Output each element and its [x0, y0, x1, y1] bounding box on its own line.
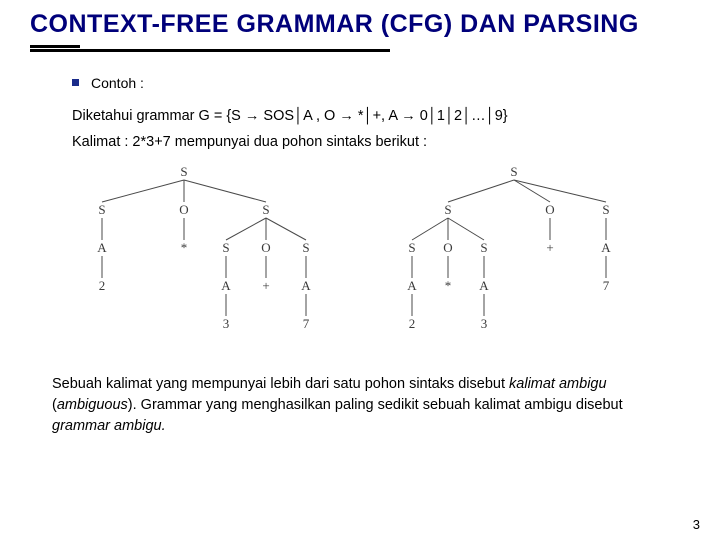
bullet-label: Contoh :	[91, 75, 144, 91]
page-number: 3	[693, 517, 700, 532]
node: S	[98, 202, 105, 217]
node: O	[261, 240, 270, 255]
title-underline	[0, 45, 720, 55]
bar-icon: │	[364, 108, 373, 124]
g-p4: +, A	[373, 108, 402, 124]
page-title: CONTEXT-FREE GRAMMAR (CFG) DAN PARSING	[30, 10, 690, 39]
g-p6: 1	[437, 108, 445, 124]
node: S	[180, 164, 187, 179]
node: 3	[481, 316, 488, 331]
bar-icon: │	[428, 108, 437, 124]
node: S	[480, 240, 487, 255]
node: S	[444, 202, 451, 217]
node: S	[302, 240, 309, 255]
grammar-definition: Diketahui grammar G = {S → SOS│A , O → *…	[72, 105, 674, 127]
parse-trees: S S O S A 2 * S O S A	[62, 164, 674, 354]
g-p7: 2	[454, 108, 462, 124]
node: 7	[303, 316, 310, 331]
node: A	[301, 278, 311, 293]
node: +	[546, 240, 553, 255]
node: 7	[603, 278, 610, 293]
g-p3: *	[354, 108, 364, 124]
bar-icon: │	[462, 108, 471, 124]
node: S	[408, 240, 415, 255]
parse-tree-1: S S O S A 2 * S O S A	[62, 164, 322, 354]
node: A	[221, 278, 231, 293]
footer-text-1: Sebuah kalimat yang mempunyai lebih dari…	[52, 376, 509, 392]
bar-icon: │	[486, 108, 495, 124]
node: S	[510, 164, 517, 179]
bullet-icon	[72, 79, 79, 86]
g-p1: SOS	[259, 108, 294, 124]
node: A	[407, 278, 417, 293]
arrow-icon: →	[245, 108, 260, 124]
node: 3	[223, 316, 230, 331]
node: S	[602, 202, 609, 217]
node: A	[601, 240, 611, 255]
node: 2	[99, 278, 106, 293]
footer-italic-3: grammar ambigu.	[52, 418, 166, 434]
node: A	[97, 240, 107, 255]
node: O	[545, 202, 554, 217]
node: 2	[409, 316, 416, 331]
node: +	[262, 278, 269, 293]
arrow-icon: →	[339, 108, 354, 124]
g-ellipsis: …	[471, 108, 486, 124]
node: A	[479, 278, 489, 293]
node: S	[262, 202, 269, 217]
arrow-icon: →	[401, 108, 416, 124]
g-p5: 0	[416, 108, 428, 124]
g-last: 9}	[495, 108, 508, 124]
node: *	[181, 240, 188, 255]
node: O	[179, 202, 188, 217]
g-p2: A , O	[303, 108, 339, 124]
footer-paragraph: Sebuah kalimat yang mempunyai lebih dari…	[0, 364, 720, 437]
footer-italic-1: kalimat ambigu	[509, 376, 607, 392]
node: S	[222, 240, 229, 255]
parse-tree-2: S S O S S O S + A 7 A 2	[392, 164, 652, 354]
footer-text-2: ). Grammar yang menghasilkan paling sedi…	[128, 397, 623, 413]
bar-icon: │	[294, 108, 303, 124]
sentence-line: Kalimat : 2*3+7 mempunyai dua pohon sint…	[72, 131, 674, 153]
footer-italic-2: ambiguous	[57, 397, 128, 413]
node: O	[443, 240, 452, 255]
grammar-prefix: Diketahui grammar G = {S	[72, 108, 245, 124]
node: *	[445, 278, 452, 293]
bar-icon: │	[445, 108, 454, 124]
